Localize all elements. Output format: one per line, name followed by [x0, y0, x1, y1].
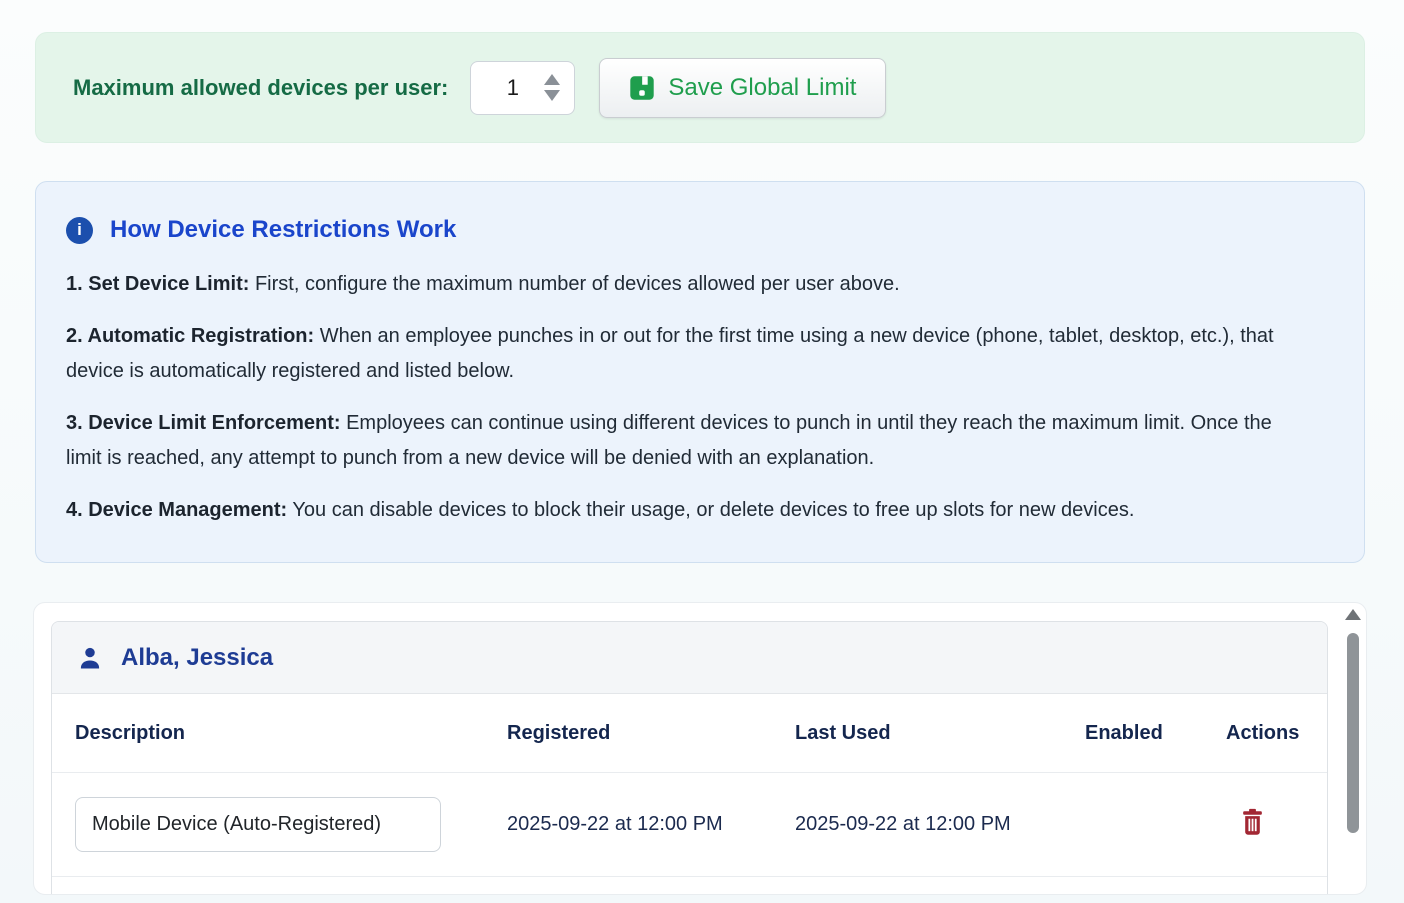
toggle-knob — [1050, 829, 1081, 860]
device-description-input[interactable] — [75, 797, 441, 852]
info-item-1-lead: 1. Set Device Limit: — [66, 273, 249, 295]
column-registered: Registered — [507, 722, 795, 745]
column-enabled: Enabled — [1085, 722, 1226, 745]
user-header: Alba, Jessica — [52, 622, 1327, 694]
user-devices-section: Alba, Jessica Description Registered Las… — [51, 621, 1328, 895]
info-item-3-lead: 3. Device Limit Enforcement: — [66, 412, 341, 434]
info-item-3: 3. Device Limit Enforcement: Employees c… — [66, 406, 1304, 476]
save-floppy-icon — [629, 75, 655, 101]
save-global-limit-label: Save Global Limit — [668, 74, 856, 102]
spinner-down-icon[interactable] — [544, 90, 560, 101]
how-it-works-panel: i How Device Restrictions Work 1. Set De… — [35, 181, 1365, 563]
scrollbar-thumb[interactable] — [1347, 633, 1359, 833]
info-item-1-text: First, configure the maximum number of d… — [249, 273, 899, 295]
max-devices-value: 1 — [483, 75, 542, 101]
info-panel-header: i How Device Restrictions Work — [66, 216, 1304, 244]
trash-icon — [1240, 808, 1265, 836]
device-list-scrollbar[interactable] — [1345, 609, 1361, 892]
device-row: 2025-09-22 at 12:00 PM 2025-09-22 at 12:… — [52, 773, 1327, 877]
spinner-up-icon[interactable] — [544, 74, 560, 85]
global-limit-banner: Maximum allowed devices per user: 1 Save… — [35, 32, 1365, 143]
column-last-used: Last Used — [795, 722, 1085, 745]
delete-device-button[interactable] — [1240, 808, 1265, 836]
device-table-header: Description Registered Last Used Enabled… — [52, 694, 1327, 773]
info-item-2-lead: 2. Automatic Registration: — [66, 325, 314, 347]
info-item-1: 1. Set Device Limit: First, configure th… — [66, 267, 1304, 302]
column-description: Description — [75, 722, 507, 745]
info-circle-icon: i — [66, 217, 93, 244]
info-item-4-text: You can disable devices to block their u… — [287, 499, 1134, 521]
max-devices-input[interactable]: 1 — [470, 61, 575, 115]
number-spinner[interactable] — [542, 74, 562, 101]
save-global-limit-button[interactable]: Save Global Limit — [599, 58, 886, 118]
info-item-2: 2. Automatic Registration: When an emplo… — [66, 319, 1304, 389]
column-actions: Actions — [1226, 722, 1313, 745]
user-devices-card: Alba, Jessica Description Registered Las… — [33, 602, 1367, 895]
device-last-used-date: 2025-09-22 at 12:00 PM — [795, 813, 1085, 836]
info-item-4: 4. Device Management: You can disable de… — [66, 493, 1304, 528]
global-limit-label: Maximum allowed devices per user: — [73, 75, 448, 101]
person-icon — [76, 644, 104, 672]
user-name: Alba, Jessica — [121, 644, 273, 672]
info-panel-title: How Device Restrictions Work — [110, 216, 456, 244]
info-item-4-lead: 4. Device Management: — [66, 499, 287, 521]
scrollbar-up-arrow-icon[interactable] — [1345, 609, 1361, 620]
device-registered-date: 2025-09-22 at 12:00 PM — [507, 813, 795, 836]
